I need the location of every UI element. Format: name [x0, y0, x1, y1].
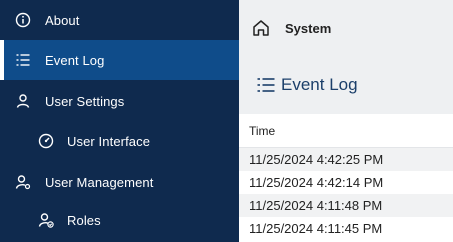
event-log-table: Time 11/25/2024 4:42:25 PM 11/25/2024 4:… [239, 114, 453, 242]
sidebar-item-label: User Settings [45, 93, 125, 109]
list-icon [15, 52, 31, 68]
table-row[interactable]: 11/25/2024 4:42:25 PM [239, 148, 453, 171]
sidebar-item-roles[interactable]: Roles [0, 200, 239, 240]
breadcrumb-system[interactable]: System [285, 21, 331, 36]
table-row[interactable]: 11/25/2024 4:11:48 PM [239, 194, 453, 217]
sidebar-item-user-management[interactable]: User Management [0, 162, 239, 202]
breadcrumb: System [239, 0, 453, 56]
sidebar-item-label: Event Log [45, 52, 105, 68]
sidebar-item-about[interactable]: About [0, 0, 239, 40]
table-row[interactable]: 11/25/2024 4:42:14 PM [239, 171, 453, 194]
table-body: 11/25/2024 4:42:25 PM 11/25/2024 4:42:14… [239, 148, 453, 240]
sidebar-item-user-interface[interactable]: User Interface [0, 121, 239, 161]
sidebar-item-user-settings[interactable]: User Settings [0, 81, 239, 121]
user-icon [15, 93, 31, 109]
sidebar-item-label: User Management [45, 174, 154, 190]
table-row[interactable]: 11/25/2024 4:11:45 PM [239, 217, 453, 240]
sidebar-item-event-log[interactable]: Event Log [0, 40, 239, 80]
dashboard-icon [38, 133, 54, 149]
info-icon [15, 12, 31, 28]
home-icon[interactable] [251, 18, 271, 38]
user-gear-icon [15, 174, 31, 190]
column-header-time[interactable]: Time [239, 114, 453, 148]
list-icon [256, 75, 276, 95]
sidebar: About Event Log User Settings User Inter… [0, 0, 239, 242]
sidebar-item-label: Roles [67, 212, 101, 228]
sidebar-item-label: User Interface [67, 133, 151, 149]
user-check-icon [38, 212, 54, 228]
main-content: System Event Log Time 11/25/2024 4:42:25… [239, 0, 453, 242]
page-header: Event Log [239, 56, 453, 114]
sidebar-item-label: About [45, 12, 80, 28]
page-title: Event Log [281, 75, 358, 94]
